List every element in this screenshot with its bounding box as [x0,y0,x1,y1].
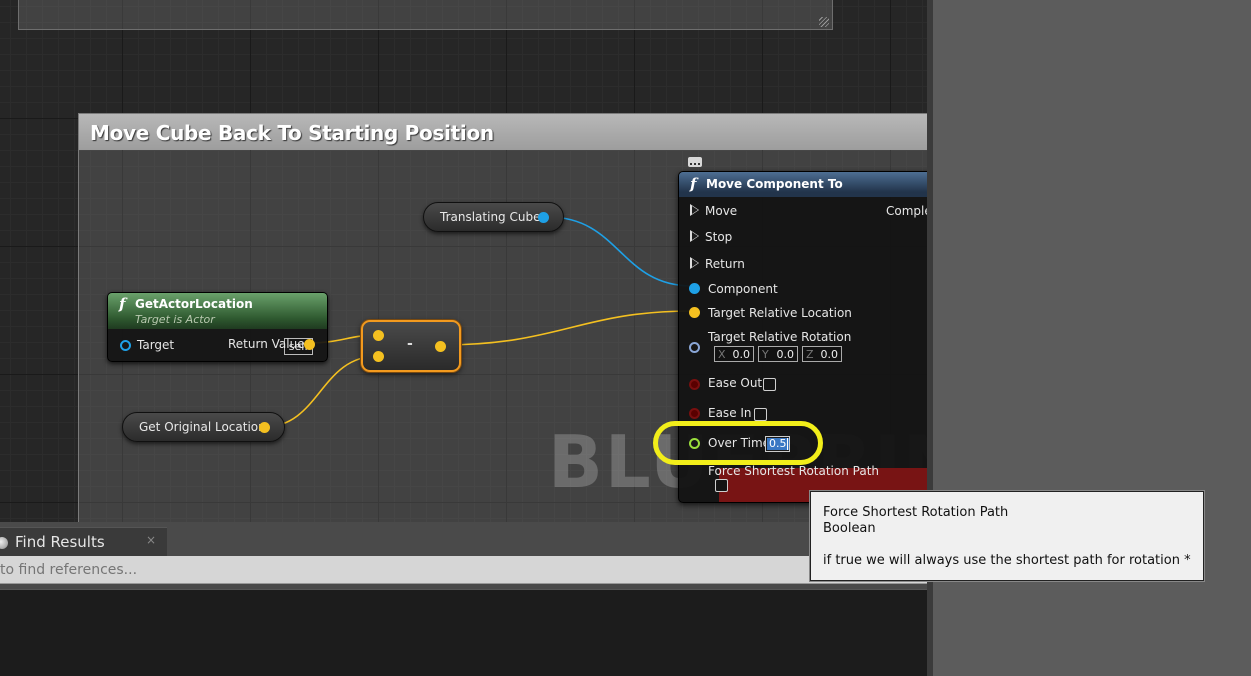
find-results-panel: Find Results × [0,522,927,676]
move-component-to-title: Move Component To [706,177,843,191]
find-results-list[interactable] [0,589,927,676]
blueprint-editor: { "comment_title": "Move Cube Back To St… [0,0,1251,676]
target-relative-location-pin[interactable] [689,307,700,318]
translating-cube-pin[interactable] [538,212,549,223]
rotation-y-field[interactable]: Y 0.0 [758,346,798,362]
ease-out-label: Ease Out [708,376,763,390]
tooltip-description: if true we will always use the shortest … [823,553,1191,568]
rotation-x-value: 0.0 [732,348,751,361]
rotation-x-field[interactable]: X 0.0 [714,346,754,362]
comment-box-top[interactable] [18,0,833,30]
rotation-y-axis: Y [762,348,769,361]
target-relative-rotation-pin[interactable] [689,342,700,353]
get-original-location-node[interactable]: Get Original Location [122,412,285,442]
get-actor-location-header[interactable]: f GetActorLocation Target is Actor [108,293,327,329]
get-original-location-label: Get Original Location [139,420,266,434]
find-results-icon [0,537,8,549]
exec-return-pin-icon[interactable] [690,257,699,269]
tooltip-title: Force Shortest Rotation Path [823,505,1009,520]
exec-move-label: Move [705,204,738,218]
get-actor-location-subtitle: Target is Actor [135,313,215,326]
pin-tooltip: Force Shortest Rotation Path Boolean if … [810,491,1204,581]
tooltip-type: Boolean [823,521,876,536]
force-shortest-label: Force Shortest Rotation Path [708,464,879,478]
find-results-tab-label: Find Results [15,533,105,551]
exec-stop-label: Stop [705,230,733,244]
exec-return-label: Return [705,257,745,271]
function-icon: f [690,175,697,193]
function-icon: f [119,295,126,313]
tab-find-results[interactable]: Find Results × [0,527,167,556]
original-location-pin[interactable] [259,422,270,433]
subtract-input-a-pin[interactable] [373,330,384,341]
return-value-pin[interactable] [304,339,315,350]
find-results-search-bar [0,556,927,584]
graph-canvas[interactable]: Move Cube Back To Starting Position BLUE… [0,0,927,522]
target-relative-location-label: Target Relative Location [708,306,852,320]
translating-cube-label: Translating Cube [440,210,541,224]
ease-out-pin[interactable] [689,379,700,390]
close-icon[interactable]: × [146,533,156,547]
comment-title: Move Cube Back To Starting Position [90,121,494,145]
rotation-z-field[interactable]: Z 0.0 [802,346,842,362]
comment-title-bar[interactable]: Move Cube Back To Starting Position [79,114,927,150]
get-actor-location-node[interactable]: f GetActorLocation Target is Actor Targe… [107,292,328,362]
force-shortest-checkbox[interactable] [715,479,728,492]
rotation-x-axis: X [718,348,726,361]
return-value-label: Return Value [228,337,305,351]
exec-stop-pin-icon[interactable] [690,230,699,242]
ease-out-checkbox[interactable] [763,378,776,391]
exec-move-pin-icon[interactable] [690,204,699,216]
node-comment-bubble-icon[interactable] [688,157,702,167]
target-pin[interactable] [120,340,131,351]
move-component-to-header[interactable]: f Move Component To [679,172,927,197]
rotation-z-value: 0.0 [820,348,839,361]
ease-in-checkbox[interactable] [754,408,767,421]
ease-in-label: Ease In [708,406,752,420]
search-input[interactable] [0,558,920,582]
over-time-highlight-annotation [653,421,823,465]
rotation-z-axis: Z [806,348,814,361]
target-relative-rotation-label: Target Relative Rotation [708,330,852,344]
subtract-output-pin[interactable] [435,341,446,352]
subtract-node[interactable]: - [361,320,461,372]
exec-completed-label: Comple [886,204,927,218]
ease-in-pin[interactable] [689,408,700,419]
translating-cube-node[interactable]: Translating Cube [423,202,564,232]
rotation-y-value: 0.0 [776,348,795,361]
get-actor-location-title: GetActorLocation [135,297,253,311]
subtract-input-b-pin[interactable] [373,351,384,362]
component-label: Component [708,282,778,296]
subtract-operator: - [407,336,413,352]
component-pin[interactable] [689,283,700,294]
target-label: Target [137,338,175,352]
resize-grip-icon[interactable] [819,17,829,27]
